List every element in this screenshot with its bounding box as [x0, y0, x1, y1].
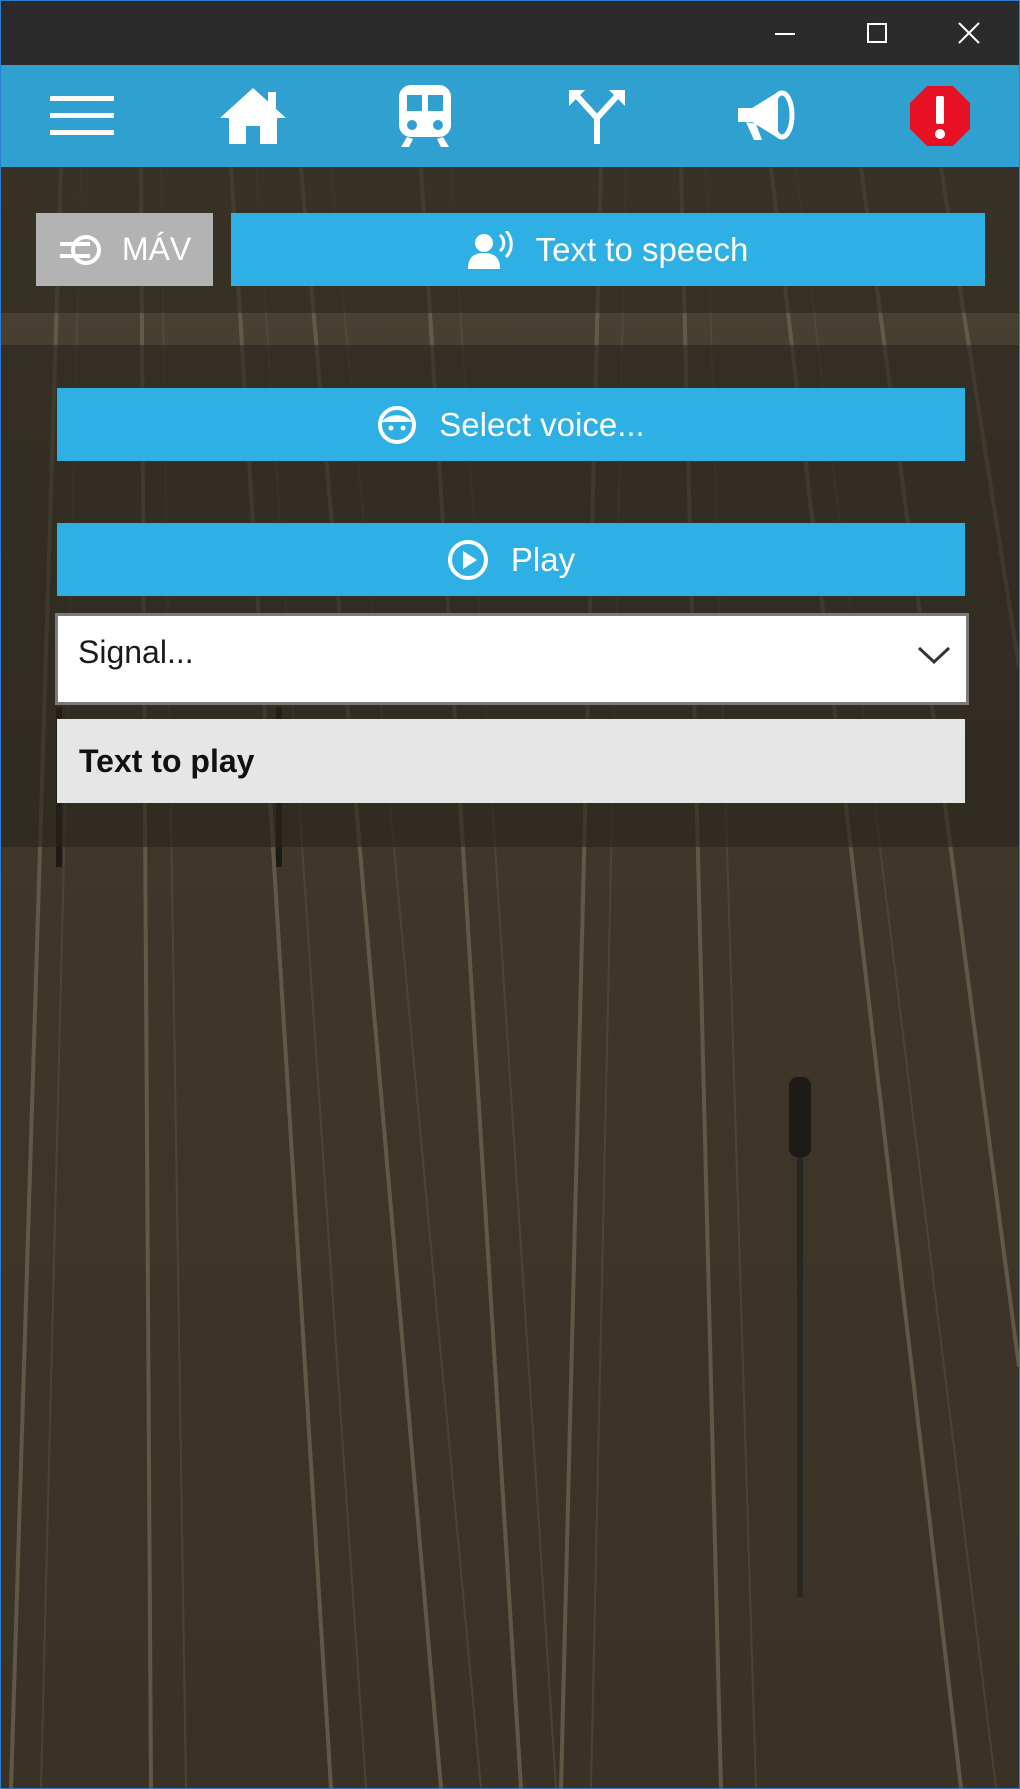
top-panel: MÁV Text to speech: [1, 167, 1019, 313]
maximize-icon: [867, 23, 887, 43]
play-button[interactable]: Play: [57, 523, 965, 596]
play-label: Play: [510, 540, 576, 578]
mav-label: MÁV: [121, 231, 192, 267]
chevron-down-icon: [917, 646, 951, 665]
speaking-person-icon: [467, 230, 513, 269]
nav-home-button[interactable]: [198, 65, 308, 167]
signal-select-value: Signal...: [78, 634, 194, 670]
voice-face-icon: [378, 405, 417, 444]
text-to-speech-label: Text to speech: [535, 230, 749, 268]
signal-select[interactable]: Signal...: [55, 613, 969, 705]
minimize-icon: [775, 33, 795, 35]
alert-icon: [910, 86, 970, 146]
track-switch-icon: [569, 90, 625, 144]
close-icon: [958, 22, 980, 44]
train-icon: [399, 85, 451, 147]
text-to-play-input[interactable]: Text to play: [57, 719, 965, 803]
play-icon: [447, 539, 488, 580]
nav-train-button[interactable]: [370, 65, 480, 167]
text-to-play-placeholder: Text to play: [79, 743, 255, 779]
select-voice-button[interactable]: Select voice...: [57, 388, 965, 461]
minimize-button[interactable]: [739, 1, 831, 65]
nav-bar: [1, 65, 1019, 167]
hamburger-menu-icon: [50, 96, 114, 135]
close-button[interactable]: [923, 1, 1015, 65]
nav-announce-button[interactable]: [711, 65, 821, 167]
nav-menu-button[interactable]: [27, 65, 137, 167]
megaphone-icon: [738, 90, 795, 140]
nav-alert-button[interactable]: [885, 65, 995, 167]
title-bar: [1, 1, 1019, 65]
app-window: MÁV Text to speech Select voice... Play …: [0, 0, 1020, 1789]
mav-button[interactable]: MÁV: [36, 213, 213, 286]
maximize-button[interactable]: [831, 1, 923, 65]
mav-logo-icon: [59, 234, 101, 265]
home-icon: [220, 88, 286, 144]
text-to-speech-button[interactable]: Text to speech: [231, 213, 985, 286]
select-voice-label: Select voice...: [439, 405, 645, 443]
content-panel: Select voice... Play Signal... Text to p…: [1, 345, 1019, 847]
nav-junction-button[interactable]: [542, 65, 652, 167]
